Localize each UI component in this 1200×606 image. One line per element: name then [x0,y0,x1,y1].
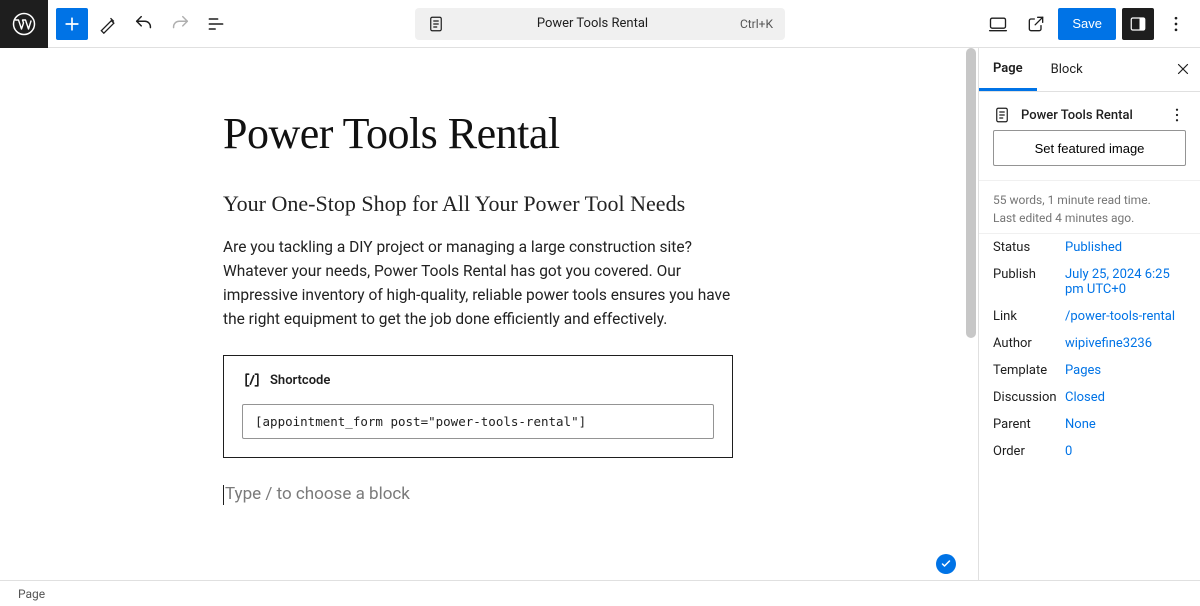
word-count-text: 55 words, 1 minute read time. [993,191,1186,209]
keyboard-shortcut-hint: Ctrl+K [740,17,773,31]
settings-sidebar-toggle[interactable] [1122,8,1154,40]
shortcode-block-label: Shortcode [270,373,330,388]
parent-value[interactable]: None [1065,417,1186,432]
discussion-value[interactable]: Closed [1065,390,1186,405]
tools-button[interactable] [92,8,124,40]
shortcode-icon [242,370,262,390]
tab-block[interactable]: Block [1037,48,1097,91]
doc-actions-menu[interactable] [1168,106,1186,124]
link-value[interactable]: /power-tools-rental [1065,309,1186,324]
editor-footer: Page [0,580,1200,606]
document-overview-button[interactable] [200,8,232,40]
template-label: Template [993,363,1065,378]
sidebar-tabs: Page Block [979,48,1200,92]
view-desktop-button[interactable] [982,8,1014,40]
options-menu-button[interactable] [1160,8,1192,40]
publish-value[interactable]: July 25, 2024 6:25 pm UTC+0 [1065,267,1186,297]
breadcrumb[interactable]: Page [18,587,45,601]
shortcode-input[interactable] [242,404,714,439]
page-icon [427,15,445,33]
canvas-scrollbar[interactable] [964,48,978,580]
author-label: Author [993,336,1065,351]
close-sidebar-button[interactable] [1174,60,1192,78]
link-label: Link [993,309,1065,324]
author-value[interactable]: wipivefine3236 [1065,336,1186,351]
order-label: Order [993,444,1065,459]
editor-canvas[interactable]: Power Tools Rental Your One-Stop Shop fo… [0,48,978,580]
order-value[interactable]: 0 [1065,444,1186,459]
shortcode-block[interactable]: Shortcode [223,355,733,458]
saved-indicator[interactable] [936,554,956,574]
block-appender-placeholder: Type / to choose a block [225,484,410,504]
paragraph-block[interactable]: Are you tackling a DIY project or managi… [223,235,743,331]
document-switcher-title: Power Tools Rental [455,16,730,31]
top-toolbar: Power Tools Rental Ctrl+K Save [0,0,1200,48]
wordpress-logo[interactable] [0,0,48,48]
parent-label: Parent [993,417,1065,432]
template-value[interactable]: Pages [1065,363,1186,378]
save-button[interactable]: Save [1058,8,1116,40]
discussion-label: Discussion [993,390,1065,405]
status-value[interactable]: Published [1065,240,1186,255]
sidebar-doc-title: Power Tools Rental [1021,108,1158,123]
tab-page[interactable]: Page [979,48,1037,91]
page-subheading[interactable]: Your One-Stop Shop for All Your Power To… [223,191,963,217]
publish-label: Publish [993,267,1065,282]
set-featured-image-button[interactable]: Set featured image [993,130,1186,166]
redo-button[interactable] [164,8,196,40]
status-label: Status [993,240,1065,255]
page-title[interactable]: Power Tools Rental [223,108,963,159]
open-external-button[interactable] [1020,8,1052,40]
settings-sidebar: Page Block Power Tools Rental Set featur… [978,48,1200,580]
undo-button[interactable] [128,8,160,40]
text-caret [223,485,224,505]
add-block-button[interactable] [56,8,88,40]
page-icon [993,106,1011,124]
document-switcher[interactable]: Power Tools Rental Ctrl+K [415,8,785,40]
last-edited-text: Last edited 4 minutes ago. [993,209,1186,227]
block-appender[interactable]: Type / to choose a block [223,484,963,505]
